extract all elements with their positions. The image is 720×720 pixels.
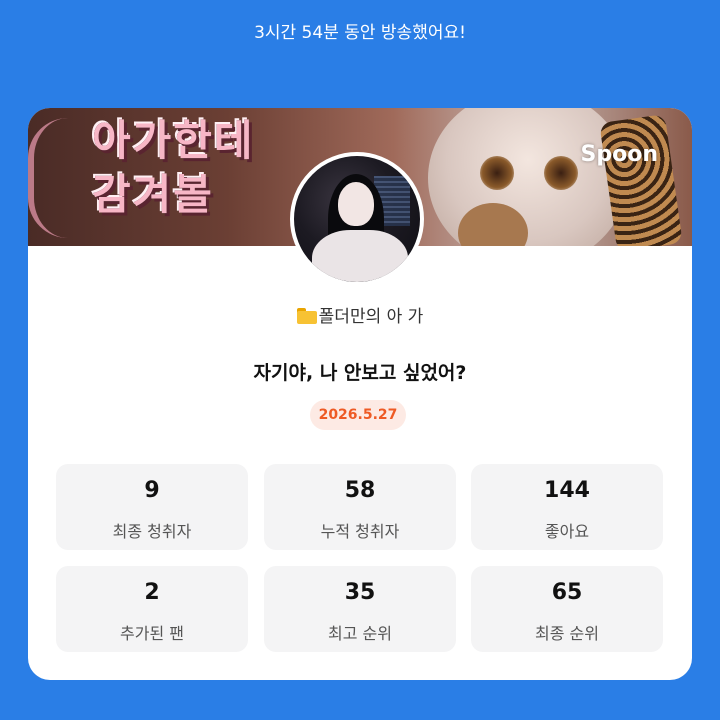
broadcast-date-badge: 2026.5.27: [310, 400, 406, 430]
stat-added-fans: 2 추가된 팬: [56, 566, 248, 652]
host-avatar[interactable]: [290, 152, 424, 286]
stat-value: 35: [344, 580, 376, 605]
stat-value: 58: [344, 478, 376, 503]
stat-label: 최종 순위: [535, 624, 599, 643]
stat-value: 65: [551, 580, 583, 605]
banner-ribbon-decoration: [28, 118, 74, 238]
stat-value: 2: [144, 580, 160, 605]
stat-highest-rank: 35 최고 순위: [264, 566, 456, 652]
stat-final-listeners: 9 최종 청취자: [56, 464, 248, 550]
broadcast-title: 자기야, 나 안보고 싶었어?: [253, 362, 467, 384]
stat-label: 최종 청취자: [112, 522, 192, 541]
stat-label: 추가된 팬: [120, 624, 184, 643]
host-name-row[interactable]: 폴더만의 아 가: [28, 302, 692, 327]
banner-title-text: 아가한테 감겨볼: [92, 114, 255, 222]
banner-title-line1: 아가한테: [92, 116, 255, 165]
stat-likes: 144 좋아요: [471, 464, 663, 550]
spoon-logo: Spoon: [580, 142, 658, 167]
avatar-dress: [312, 230, 408, 282]
avatar-face: [338, 182, 374, 226]
stat-label: 최고 순위: [328, 624, 392, 643]
banner-title-line2: 감겨볼: [92, 170, 214, 219]
stat-value: 144: [544, 478, 590, 503]
stat-final-rank: 65 최종 순위: [471, 566, 663, 652]
banner-character-eye-left: [480, 156, 514, 190]
stat-cumulative-listeners: 58 누적 청취자: [264, 464, 456, 550]
broadcast-summary-card: 아가한테 감겨볼 Spoon 폴더만의 아 가 자기야, 나 안보고 싶었어? …: [28, 108, 692, 680]
stat-label: 좋아요: [544, 522, 590, 541]
banner-character-eye-right: [544, 156, 578, 190]
stat-value: 9: [144, 478, 160, 503]
stat-label: 누적 청취자: [320, 522, 400, 541]
folder-icon: [296, 308, 317, 324]
host-name: 폴더만의 아 가: [318, 307, 424, 327]
broadcast-duration-text: 3시간 54분 동안 방송했어요!: [254, 23, 466, 43]
